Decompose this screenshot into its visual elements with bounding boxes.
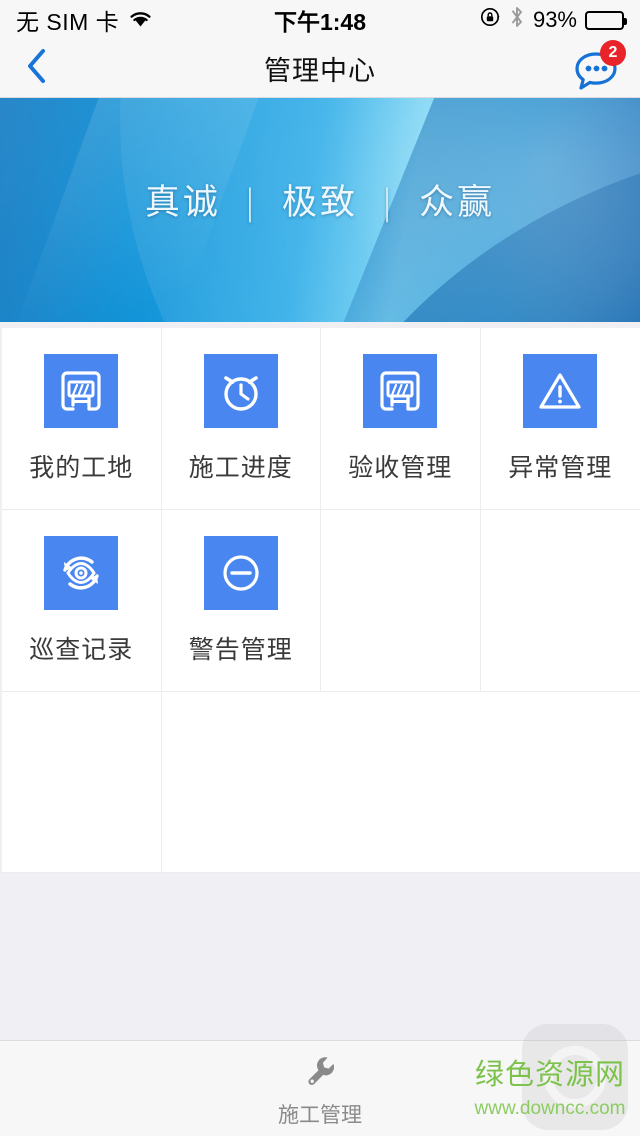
banner-slogan-separator: | [244,183,259,223]
back-button[interactable] [0,40,74,97]
menu-item-label: 异常管理 [508,453,613,482]
message-bubble-icon [570,51,624,97]
banner-slogan-word-1: 真诚 [144,183,221,223]
banner-slogan: 真诚 | 极致 | 众赢 [0,174,640,225]
menu-grid: 我的工地 施工进度 验收管理 异常管理 巡查记录 警告管理 [2,328,640,692]
menu-grid-section: 我的工地 施工进度 验收管理 异常管理 巡查记录 警告管理 [0,322,640,873]
menu-item-label: 警告管理 [188,635,293,664]
navigation-bar: 管理中心 2 [0,39,640,98]
construction-barrier-icon [44,353,119,428]
status-bar-right: 93% [479,5,627,35]
warning-triangle-icon [523,353,598,428]
menu-grid-empty-cell [480,510,640,692]
menu-grid-empty-cell [2,692,162,873]
menu-item-acceptance-management[interactable]: 验收管理 [321,328,481,510]
minus-circle-icon [203,535,278,610]
wifi-icon [128,7,153,34]
page-title: 管理中心 [264,56,376,86]
carrier-label: 无 SIM 卡 [16,9,120,35]
battery-icon [585,10,627,30]
menu-item-construction-progress[interactable]: 施工进度 [161,328,321,510]
eye-refresh-icon [44,535,119,610]
menu-item-label: 验收管理 [348,453,453,482]
menu-grid-empty-cell [321,510,481,692]
menu-item-label: 巡查记录 [29,635,134,664]
tab-label: 施工管理 [278,1103,362,1127]
battery-percent-label: 93% [532,7,577,32]
menu-item-inspection-record[interactable]: 巡查记录 [2,510,162,692]
bluetooth-icon [509,5,525,35]
status-bar-left: 无 SIM 卡 [16,3,153,37]
banner-slogan-word-2: 极致 [281,183,358,223]
page-background-spacer [0,873,640,1040]
banner-slogan-separator: | [381,183,396,223]
menu-item-warning-management[interactable]: 警告管理 [161,510,321,692]
app-screen: 无 SIM 卡 下午1:48 93% 管理中心 2 真诚 | 极致 | 众赢 我… [0,0,640,1136]
message-button[interactable]: 2 [570,39,626,93]
alarm-clock-icon [203,353,278,428]
menu-item-exception-management[interactable]: 异常管理 [480,328,640,510]
construction-barrier-icon [363,353,438,428]
bottom-tab-bar: 施工管理 绿色资源网 www.downcc.com [0,1024,640,1136]
banner-slogan-word-3: 众赢 [419,183,496,223]
menu-item-label: 我的工地 [29,453,134,482]
watermark-url: www.downcc.com [474,1097,626,1119]
chevron-left-icon [25,46,49,91]
message-badge: 2 [600,39,626,66]
promo-banner: 真诚 | 极致 | 众赢 [0,98,640,322]
menu-grid-empty-cell [162,692,640,873]
menu-item-label: 施工进度 [188,453,293,482]
watermark-site-name: 绿色资源网 [474,1058,625,1091]
watermark-logo-icon [522,1024,628,1130]
menu-item-my-site[interactable]: 我的工地 [2,328,162,510]
wrench-icon [302,1053,338,1094]
menu-grid-filler-row [2,692,640,873]
rotation-lock-icon [479,6,501,34]
status-bar: 无 SIM 卡 下午1:48 93% [0,0,640,40]
tab-construction-management[interactable]: 施工管理 [278,1049,362,1129]
